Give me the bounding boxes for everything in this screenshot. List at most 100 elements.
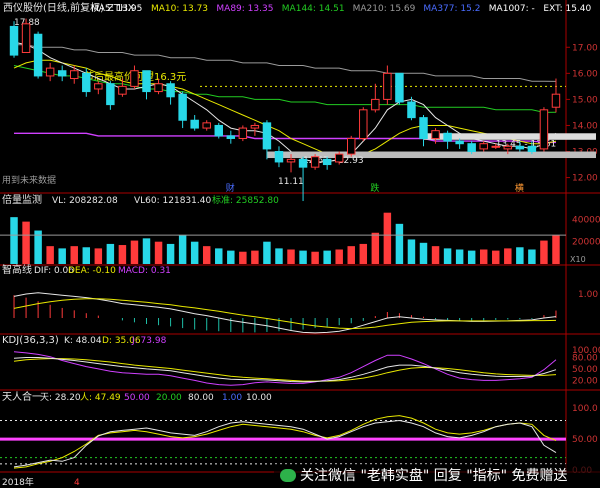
volume-bar [70,246,78,264]
candle-up [359,109,368,139]
candle-up [45,67,55,77]
volume-bar [166,243,175,264]
watermark-text: 关注微信 "老韩实盘" 回复 "指标" 免费赠送 [300,468,568,484]
tianren-20: 20.00 [156,393,182,403]
candle-up [551,93,561,108]
volume-bar [492,250,500,264]
volume-bar [335,249,343,264]
candle-up [383,72,392,100]
candle-up [334,153,344,163]
candle-up [70,70,79,80]
ma-legend-item: MA5: 13.95 [91,4,142,14]
watermark-banner: 关注微信 "老韩实盘" 回复 "指标" 免费赠送 [274,464,600,488]
volume-bar [479,249,488,264]
volume-bar [504,248,512,264]
volume-bar [106,243,115,264]
event-tag: 财 [226,182,235,194]
dea-line [13,298,557,330]
volume-bar [239,251,247,264]
candle-up [130,70,139,87]
volume-bar [347,246,355,264]
price-tick-label: 17.00 [572,43,598,53]
volume-bar [118,245,127,264]
candle-up [238,127,248,139]
tianren-tick-label: 100.0 [572,404,598,414]
volume-bar [154,241,163,264]
volume-bar [431,246,440,264]
candle-up [21,23,31,53]
kdj-layer: 100.0080.0050.0020.00 [13,346,600,386]
kdj-k: K: 48.04 [64,336,102,346]
volume-bar [395,223,404,264]
candle-up [491,145,500,148]
volume-bar [275,248,283,264]
candle-down [527,145,537,153]
volume-bar [299,250,307,264]
ma-legend-item: EXT: 15.40 [543,4,591,14]
volume-bar [516,247,524,264]
candle-down [467,143,476,153]
candle-down [190,119,199,129]
candle-down [419,117,428,139]
volume-bar [455,249,464,264]
candle-down [106,83,115,106]
kdj-d-line [13,358,557,382]
candle-up [539,109,549,150]
volume-bar [227,250,235,264]
volume-bar [540,240,548,264]
candle-up [479,143,488,150]
ma-legend-item: MA210: 15.69 [353,4,416,14]
volume-vl: VL: 208282.08 [52,196,118,206]
candle-down [178,93,187,121]
volume-bar [22,221,30,264]
tianren-ren: 人: 47.49 [80,392,121,403]
stock-chart: 西仪股份(日线,前复权) ZTHX MA5: 13.95 MA10: 13.73 M… [0,0,600,488]
volume-bar [383,212,392,264]
ma-legend-item: MA377: 15.2 [423,4,480,14]
candle-down [274,151,284,163]
volume-tick-label: 20000 [572,238,600,248]
candle-down [443,132,452,142]
volume-bar [359,243,368,264]
volume-bar [142,238,151,264]
ma-legend-item: MA144: 14.51 [282,4,345,14]
price-tick-label: 12.00 [572,174,598,184]
price-tick-label: 15.00 [572,95,598,105]
volume-bar [407,239,416,264]
macd-layer: 1.00 [13,290,598,334]
volume-bar [58,248,66,264]
ma-legend: MA5: 13.95 MA10: 13.73 MA89: 13.35 MA144: 1… [91,4,592,14]
volume-bar [94,248,103,264]
tianren-80: 80.00 [188,393,214,403]
macd-dea: DEA: -0.10 [68,266,116,276]
candle-down [9,25,19,56]
tianren-title: 天人合一 [2,390,42,403]
candle-up [154,83,163,93]
volume-bar [419,242,428,264]
candle-down [395,72,404,103]
wechat-icon [280,469,296,482]
volume-bar [215,248,223,264]
candle-up [371,98,380,111]
ren-line [13,415,557,469]
volume-bar [178,235,187,264]
kdj-k-line [13,357,557,383]
candle-down [455,140,464,145]
candle-down [322,158,332,166]
volume-bar [467,250,476,264]
candle-down [262,122,272,150]
tianren-10: 10.00 [246,393,272,403]
tianren-blue: 1.00 [222,393,242,403]
volume-bar [190,241,199,264]
volume-layer: 40000 20000 [0,212,600,264]
price-tick-label: 14.00 [572,121,598,131]
candle-up [118,85,127,95]
candle-down [214,124,223,137]
macd-tick-label: 1.00 [578,290,598,300]
ma-legend-item: MA89: 13.35 [216,4,273,14]
candle-up [286,158,296,163]
tianren-50: 50.00 [124,393,150,403]
candlestick-layer: 17.0016.0015.0014.0013.0012.0013.45 - 13… [9,18,598,202]
ma-legend-item: MA1007: - [489,4,535,14]
footer-mark: 4 [74,478,80,488]
